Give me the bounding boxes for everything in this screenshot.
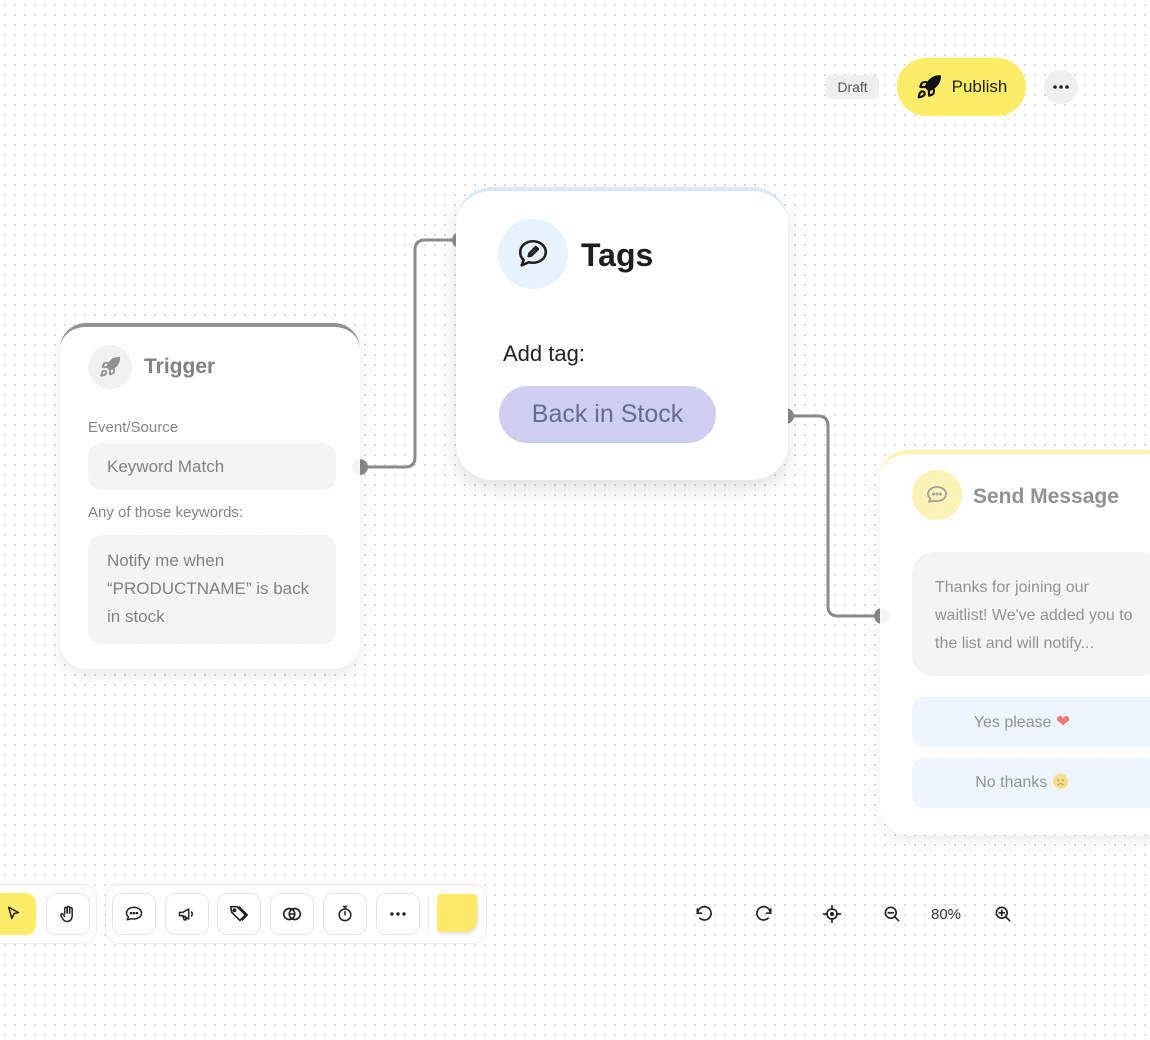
coins-icon — [281, 903, 303, 925]
connector-tags-to-send — [786, 414, 882, 618]
toolbar-divider — [428, 897, 429, 933]
megaphone-icon — [177, 904, 197, 924]
event-source-field[interactable]: Keyword Match — [88, 443, 336, 490]
publish-label: Publish — [951, 77, 1008, 96]
recenter-icon — [822, 904, 842, 924]
tools-group — [0, 884, 97, 944]
zoom-in-icon — [993, 904, 1013, 924]
keywords-label: Any of those keywords: — [88, 504, 244, 521]
zoom-level: 80% — [931, 906, 962, 923]
quick-reply-no[interactable]: No thanks — [912, 758, 1150, 808]
sticky-note-icon[interactable] — [437, 894, 477, 932]
pointer-icon — [5, 905, 23, 923]
add-tag-block-button[interactable] — [217, 893, 261, 935]
trigger-title: Trigger — [144, 355, 216, 378]
status-badge: Draft — [826, 75, 879, 99]
blocks-group — [105, 884, 487, 944]
chat-bubble-pen-icon — [516, 237, 550, 271]
quick-reply-label: No thanks — [975, 774, 1048, 791]
redo-button[interactable] — [750, 900, 778, 928]
chat-bubble-icon — [925, 483, 949, 507]
zoom-in-button[interactable] — [989, 900, 1017, 928]
redo-icon — [754, 904, 774, 924]
add-condition-block-button[interactable] — [270, 893, 314, 935]
send-message-node[interactable]: Send Message Thanks for joining our wait… — [880, 450, 1150, 835]
timer-icon — [335, 904, 355, 924]
message-bubble[interactable]: Thanks for joining our waitlist! We've a… — [912, 552, 1150, 676]
more-horizontal-icon — [1053, 85, 1069, 89]
trigger-node[interactable]: Trigger Event/Source Keyword Match Any o… — [60, 323, 360, 669]
hand-icon — [58, 904, 78, 924]
keywords-field[interactable]: Notify me when “PRODUCTNAME” is back in … — [88, 535, 336, 644]
tag-chip[interactable]: Back in Stock — [499, 386, 716, 443]
send-message-title: Send Message — [973, 485, 1119, 508]
heart-emoji-icon: ❤ — [1055, 712, 1071, 731]
event-source-label: Event/Source — [88, 419, 179, 436]
add-message-block-button[interactable] — [112, 893, 156, 935]
add-broadcast-block-button[interactable] — [165, 893, 209, 935]
recenter-button[interactable] — [818, 900, 846, 928]
pan-tool-button[interactable] — [46, 893, 90, 935]
tags-icon-wrapper — [498, 219, 568, 289]
sad-face-emoji-icon — [1052, 761, 1069, 811]
rocket-icon — [916, 74, 942, 100]
undo-button[interactable] — [690, 900, 718, 928]
zoom-out-button[interactable] — [878, 900, 906, 928]
select-tool-button[interactable] — [0, 893, 36, 935]
add-tag-label: Add tag: — [503, 341, 585, 366]
quick-reply-yes[interactable]: Yes please ❤ — [912, 697, 1150, 747]
tags-node[interactable]: Tags Add tag: Back in Stock — [456, 187, 788, 480]
tags-title: Tags — [581, 237, 654, 273]
publish-button[interactable]: Publish — [897, 58, 1026, 116]
zoom-out-icon — [882, 904, 902, 924]
more-icon — [390, 912, 406, 916]
connector-trigger-to-tags — [360, 238, 460, 469]
add-delay-block-button[interactable] — [323, 893, 367, 935]
chat-icon — [124, 904, 144, 924]
more-blocks-button[interactable] — [376, 893, 420, 935]
rocket-icon — [99, 356, 121, 378]
trigger-icon-wrapper — [88, 345, 132, 389]
more-options-button[interactable] — [1044, 70, 1078, 104]
tag-icon — [228, 903, 250, 925]
undo-icon — [694, 904, 714, 924]
quick-reply-label: Yes please — [973, 714, 1052, 731]
send-icon-wrapper — [912, 470, 962, 520]
